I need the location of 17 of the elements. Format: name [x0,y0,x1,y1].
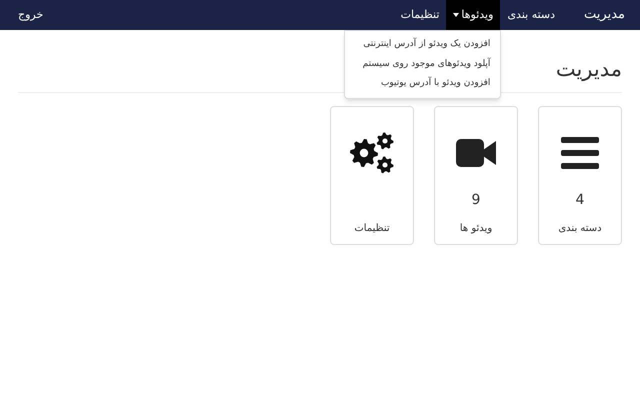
brand[interactable]: مدیریت [584,5,625,25]
card-count: 9 [472,190,480,210]
nav-item[interactable]: دسته بندی [500,0,562,30]
dropdown-item[interactable]: افزودن ویدئو با آدرس یوتیوب [345,74,500,94]
nav-item[interactable]: تنظیمات [394,0,446,30]
stat-card[interactable]: تنظیمات [330,106,414,244]
logout-link[interactable]: خروج [18,6,44,24]
gears-icon [349,132,395,174]
video-camera-icon [456,138,496,166]
dropdown-item[interactable]: آپلود ویدئوهای موجود روی سیستم [345,54,500,74]
card-label: تنظیمات [354,222,390,236]
nav-item[interactable]: ویدئوها [446,0,500,30]
card-count: 4 [576,190,584,210]
menu-icon [561,136,599,168]
card-label: ویدئو ها [460,222,492,236]
card-label: دسته بندی [558,222,602,236]
dropdown-item[interactable]: افزودن یک ویدئو از آدرس اینترنتی [345,35,500,54]
